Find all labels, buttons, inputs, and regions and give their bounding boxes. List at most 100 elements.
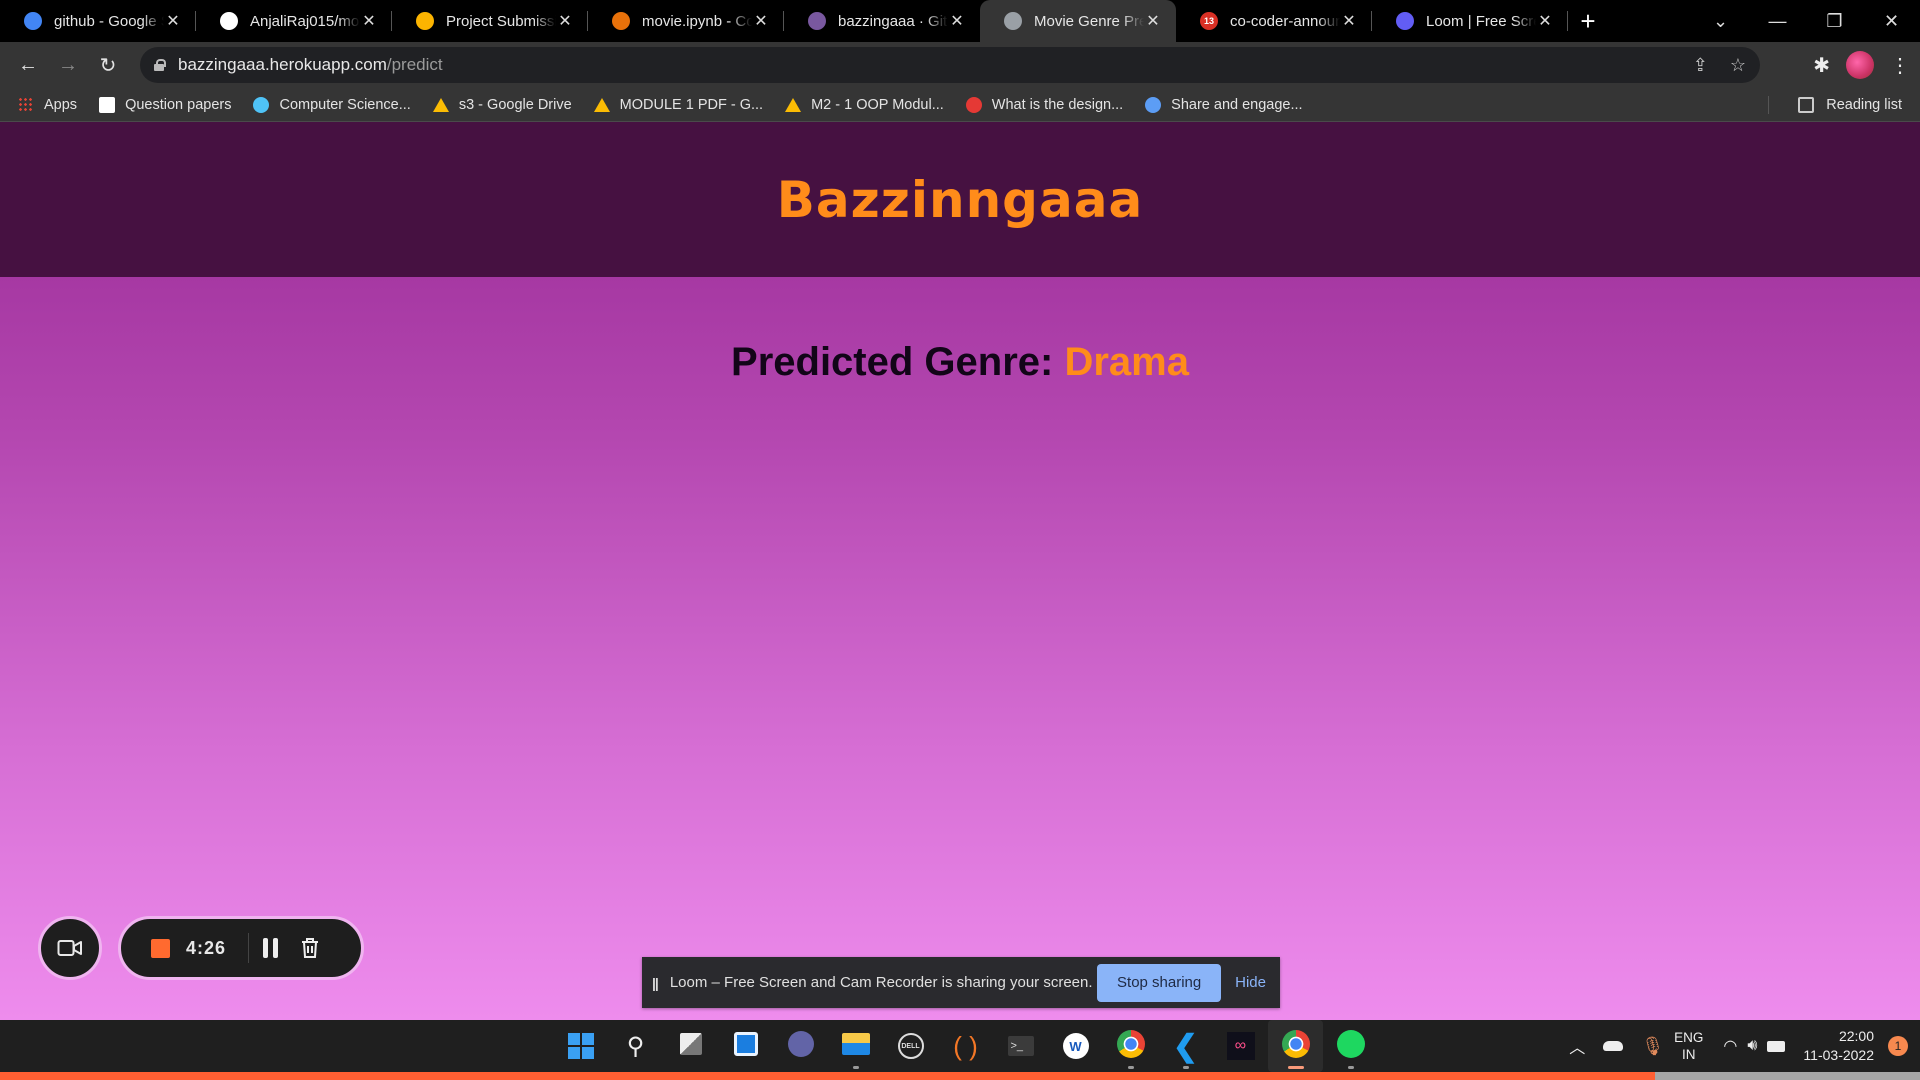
taskbar-app-vscode[interactable]: ❮ <box>1158 1020 1213 1072</box>
airtable-icon <box>416 12 434 30</box>
close-tab-icon[interactable]: ✕ <box>556 11 574 31</box>
profile-avatar[interactable] <box>1846 51 1874 79</box>
pause-icon <box>263 938 269 958</box>
close-tab-icon[interactable]: ✕ <box>360 11 378 31</box>
pause-recording-button[interactable] <box>263 938 279 958</box>
drag-handle-icon[interactable]: || <box>652 975 659 991</box>
bookmark-item[interactable]: MODULE 1 PDF - G... <box>593 97 763 113</box>
google-drive-icon <box>432 97 449 112</box>
url-path: /predict <box>386 55 443 74</box>
reading-list-label: Reading list <box>1826 97 1902 113</box>
close-tab-icon[interactable]: ✕ <box>1340 11 1358 31</box>
running-indicator <box>1347 1066 1354 1069</box>
bookmarks-bar: Apps Question papers Computer Science... s3… <box>0 88 1920 122</box>
loom-recording-controls: 4:26 <box>118 916 364 980</box>
search-icon: ⚲ <box>626 1032 645 1060</box>
wifi-icon[interactable]: ◠ <box>1723 1036 1737 1056</box>
reading-list-button[interactable]: Reading list <box>1768 88 1902 122</box>
taskbar-app-search[interactable]: ⚲ <box>608 1020 663 1072</box>
minimize-button[interactable]: — <box>1749 11 1806 32</box>
taskbar-app-widgets[interactable] <box>718 1020 773 1072</box>
bookmark-item[interactable]: M2 - 1 OOP Modul... <box>785 97 944 113</box>
new-tab-button[interactable]: + <box>1568 6 1608 37</box>
browser-tab[interactable]: Movie Genre Pred ✕ <box>980 0 1176 42</box>
stop-recording-button[interactable] <box>151 938 170 958</box>
hide-sharing-bar-link[interactable]: Hide <box>1235 974 1266 991</box>
video-camera-icon <box>57 940 82 956</box>
running-indicator <box>1287 1066 1304 1069</box>
taskbar-app-chrome[interactable] <box>1268 1020 1323 1072</box>
bookmark-item[interactable]: Share and engage... <box>1145 96 1303 113</box>
taskbar-app-teams-chat[interactable] <box>773 1020 828 1072</box>
pause-icon-bar <box>273 938 279 958</box>
region-code: IN <box>1681 1047 1696 1062</box>
quora-icon <box>965 96 982 113</box>
bookmark-label: What is the design... <box>991 96 1124 113</box>
tab-title: movie.ipynb - Col <box>642 12 752 30</box>
bookmark-item[interactable]: Apps <box>18 96 77 113</box>
extensions-puzzle-icon[interactable]: ✱ <box>1813 53 1830 78</box>
taskbar-app-creative-cloud[interactable]: ∞ <box>1213 1020 1268 1072</box>
lock-icon[interactable] <box>154 59 166 71</box>
close-window-button[interactable]: ✕ <box>1863 11 1920 32</box>
menu-kebab-icon[interactable]: ⋮ <box>1890 53 1910 78</box>
bookmark-item[interactable]: s3 - Google Drive <box>432 96 572 113</box>
maximize-button[interactable]: ❐ <box>1806 11 1863 32</box>
taskbar-app-file-explorer[interactable] <box>828 1020 883 1072</box>
taskbar-app-task-view[interactable] <box>663 1020 718 1072</box>
bookmark-label: Share and engage... <box>1171 96 1303 113</box>
close-tab-icon[interactable]: ✕ <box>1536 11 1554 31</box>
input-language[interactable]: ENG IN <box>1674 1029 1703 1063</box>
taskbar-app-spotify[interactable] <box>1323 1020 1378 1072</box>
browser-tab[interactable]: 13 co-coder-announ ✕ <box>1176 0 1372 42</box>
show-hidden-icons-chevron[interactable]: ︿ <box>1569 1034 1585 1058</box>
close-tab-icon[interactable]: ✕ <box>164 11 182 31</box>
delete-recording-trash-icon[interactable] <box>300 937 320 959</box>
taskbar-app-terminal[interactable]: >_ <box>993 1020 1048 1072</box>
microphone-icon[interactable]: 🎙︎ <box>1641 1036 1664 1057</box>
bookmark-item[interactable]: What is the design... <box>965 96 1124 113</box>
globe-icon <box>1004 12 1022 30</box>
close-tab-icon[interactable]: ✕ <box>1144 11 1162 31</box>
taskbar-app-windows-start[interactable] <box>553 1020 608 1072</box>
browser-tab[interactable]: bazzingaaa · GitH ✕ <box>784 0 980 42</box>
recording-progress-fill <box>0 1072 1656 1080</box>
close-tab-icon[interactable]: ✕ <box>752 11 770 31</box>
clock[interactable]: 22:00 11-03-2022 <box>1803 1027 1874 1065</box>
dell-icon: DELL <box>897 1033 924 1059</box>
reading-list-icon <box>1798 97 1815 113</box>
browser-tab[interactable]: Loom | Free Scree✕ <box>1372 0 1568 42</box>
running-indicator <box>1127 1066 1134 1069</box>
loom-camera-toggle[interactable] <box>38 916 102 980</box>
browser-tab[interactable]: AnjaliRaj015/mov ✕ <box>196 0 392 42</box>
spotify-icon <box>1336 1029 1365 1063</box>
tab-search-chevron-icon[interactable]: ⌄ <box>1692 11 1749 32</box>
bookmark-item[interactable]: Question papers <box>99 96 231 113</box>
back-button[interactable]: ← <box>8 54 48 77</box>
taskbar-app-chrome[interactable] <box>1103 1020 1158 1072</box>
taskbar-app-jupyter[interactable]: ( ) <box>938 1020 993 1072</box>
windows-start-icon <box>567 1033 594 1059</box>
taskbar-app-dell[interactable]: DELL <box>883 1020 938 1072</box>
bookmark-star-icon[interactable]: ☆ <box>1730 55 1746 76</box>
site-brand: Bazzinngaaa <box>776 170 1144 229</box>
address-bar[interactable]: bazzingaaa.herokuapp.com/predict ⇪ ☆ <box>140 47 1760 83</box>
battery-icon[interactable] <box>1767 1040 1786 1052</box>
taskbar-app-word[interactable]: W <box>1048 1020 1103 1072</box>
browser-tab[interactable]: Project Submissio ✕ <box>392 0 588 42</box>
share-icon[interactable]: ⇪ <box>1693 55 1708 76</box>
browser-tab[interactable]: movie.ipynb - Col ✕ <box>588 0 784 42</box>
onedrive-cloud-icon[interactable] <box>1603 1041 1624 1051</box>
reload-button[interactable]: ↻ <box>88 53 128 78</box>
browser-tab[interactable]: github - Google S ✕ <box>0 0 196 42</box>
bookmark-label: s3 - Google Drive <box>458 96 572 113</box>
github-icon <box>220 12 238 30</box>
notification-badge[interactable]: 1 <box>1888 1036 1908 1056</box>
stop-sharing-button[interactable]: Stop sharing <box>1097 963 1222 1002</box>
volume-icon[interactable]: 🔊︎ <box>1747 1037 1757 1055</box>
bookmark-item[interactable]: Computer Science... <box>253 96 411 113</box>
forward-button[interactable]: → <box>48 54 88 77</box>
tab-title: bazzingaaa · GitH <box>838 12 948 30</box>
google-icon <box>24 12 42 30</box>
close-tab-icon[interactable]: ✕ <box>948 11 966 31</box>
